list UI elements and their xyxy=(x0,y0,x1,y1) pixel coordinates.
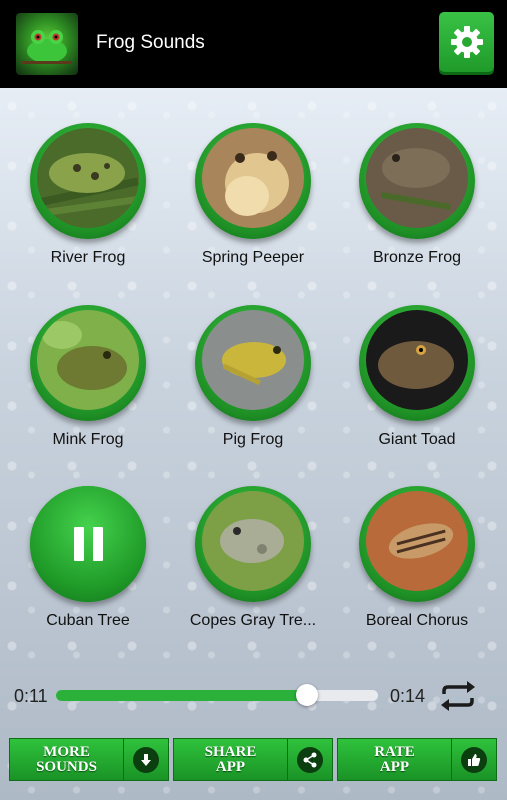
app-bar: Frog Sounds xyxy=(0,0,507,88)
elapsed-time: 0:11 xyxy=(14,686,48,706)
share-icon xyxy=(297,746,323,773)
app-title: Frog Sounds xyxy=(96,32,205,53)
sound-item-copes-gray-tree[interactable]: Copes Gray Tre... xyxy=(173,486,333,630)
pause-button[interactable] xyxy=(30,486,146,602)
frog-photo xyxy=(366,310,468,410)
download-icon-box xyxy=(123,739,168,780)
thumbs-up-icon-box xyxy=(451,739,496,780)
rate-app-label-line1: RATE xyxy=(374,743,415,760)
total-time: 0:14 xyxy=(390,686,426,706)
sound-button[interactable] xyxy=(359,305,475,421)
repeat-button[interactable] xyxy=(436,680,480,712)
sound-label: Mink Frog xyxy=(52,431,124,448)
rate-app-label: RATE APP xyxy=(338,743,451,775)
sound-button[interactable] xyxy=(359,123,475,239)
sound-button[interactable] xyxy=(30,486,146,602)
sound-item-pig-frog[interactable]: Pig Frog xyxy=(173,305,333,449)
pause-icon xyxy=(73,527,103,561)
seek-bar[interactable] xyxy=(56,684,378,706)
rate-app-label-line2: APP xyxy=(379,758,410,775)
sound-item-cuban-tree[interactable]: Cuban Tree xyxy=(8,486,168,630)
share-app-label: SHARE APP xyxy=(174,743,287,775)
sound-button[interactable] xyxy=(30,305,146,421)
sound-item-mink-frog[interactable]: Mink Frog xyxy=(8,305,168,449)
sound-button[interactable] xyxy=(359,486,475,602)
sound-button[interactable] xyxy=(195,123,311,239)
frog-app-logo xyxy=(16,13,78,75)
rate-app-button[interactable]: RATE APP xyxy=(337,738,497,781)
share-icon-box xyxy=(287,739,332,780)
sound-label: Bronze Frog xyxy=(372,249,462,266)
sound-item-spring-peeper[interactable]: Spring Peeper xyxy=(173,123,333,267)
repeat-icon xyxy=(441,681,475,711)
download-icon xyxy=(133,746,159,773)
sound-label: Cuban Tree xyxy=(46,612,130,629)
sound-label: Boreal Chorus xyxy=(365,612,469,629)
sound-label: Pig Frog xyxy=(222,431,284,448)
more-sounds-label-line2: SOUNDS xyxy=(36,758,97,775)
frog-photo xyxy=(37,128,139,228)
sound-label: Spring Peeper xyxy=(201,249,305,266)
frog-photo xyxy=(202,310,304,410)
share-app-label-line2: APP xyxy=(215,758,246,775)
frog-photo xyxy=(366,491,468,591)
share-app-label-line1: SHARE xyxy=(204,743,257,760)
settings-button[interactable] xyxy=(439,12,494,72)
sound-button[interactable] xyxy=(195,305,311,421)
more-sounds-label-line1: MORE xyxy=(43,743,90,760)
sound-button[interactable] xyxy=(30,123,146,239)
frog-photo xyxy=(37,310,139,410)
more-sounds-button[interactable]: MORE SOUNDS xyxy=(9,738,169,781)
sound-item-bronze-frog[interactable]: Bronze Frog xyxy=(337,123,497,267)
gear-icon xyxy=(450,26,483,58)
more-sounds-label: MORE SOUNDS xyxy=(10,743,123,775)
frog-photo xyxy=(202,128,304,228)
sound-label: River Frog xyxy=(50,249,126,266)
sound-button[interactable] xyxy=(195,486,311,602)
sound-item-giant-toad[interactable]: Giant Toad xyxy=(337,305,497,449)
thumbs-up-icon xyxy=(461,746,487,773)
seek-thumb[interactable] xyxy=(296,684,318,706)
share-app-button[interactable]: SHARE APP xyxy=(173,738,333,781)
frog-photo xyxy=(202,491,304,591)
seek-progress xyxy=(56,690,307,701)
frog-photo xyxy=(366,128,468,228)
sound-item-boreal-chorus[interactable]: Boreal Chorus xyxy=(337,486,497,630)
sound-label: Copes Gray Tre... xyxy=(189,612,317,629)
sound-label: Giant Toad xyxy=(378,431,456,448)
sound-item-river-frog[interactable]: River Frog xyxy=(8,123,168,267)
